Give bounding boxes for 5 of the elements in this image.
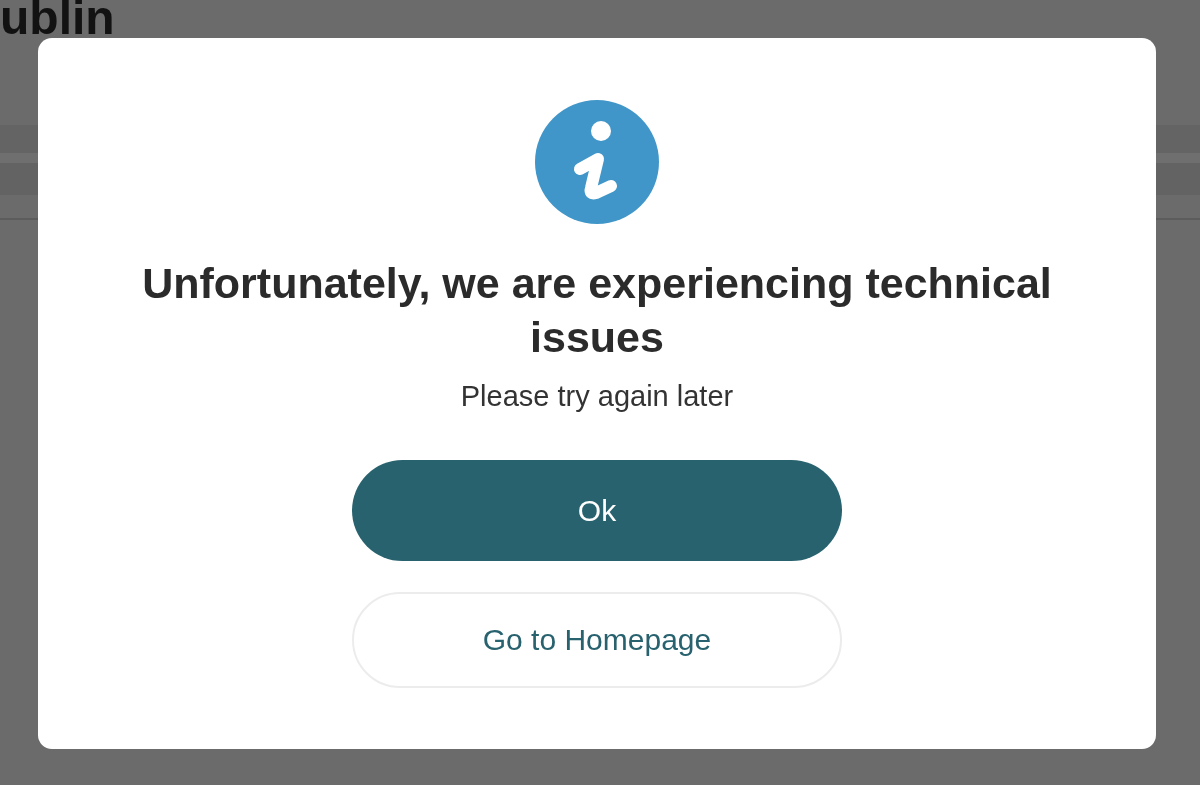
info-icon [535, 100, 659, 224]
homepage-button[interactable]: Go to Homepage [352, 592, 842, 688]
dialog-title: Unfortunately, we are experiencing technical issues [141, 258, 1053, 363]
dialog-message: Please try again later [460, 379, 734, 414]
ok-button[interactable]: Ok [352, 460, 842, 561]
